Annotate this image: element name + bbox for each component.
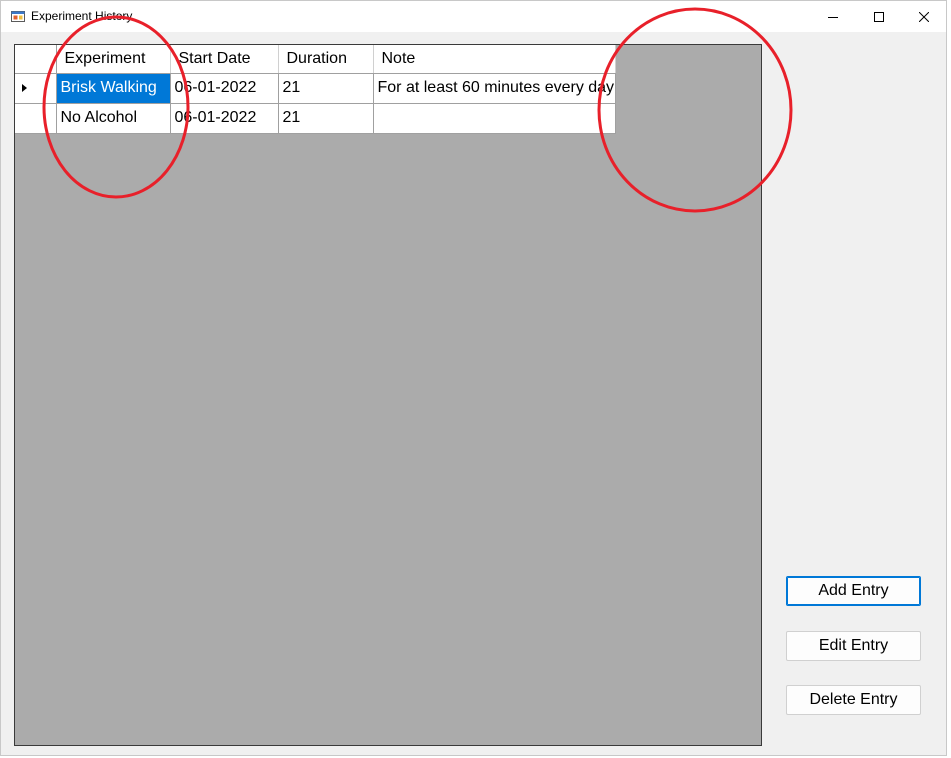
- close-icon: [919, 11, 929, 22]
- edit-entry-button[interactable]: Edit Entry: [786, 631, 921, 661]
- add-entry-button[interactable]: Add Entry: [786, 576, 921, 606]
- maximize-icon: [874, 11, 884, 22]
- app-form-icon: [11, 11, 25, 22]
- row-header[interactable]: [15, 73, 57, 104]
- cell-note[interactable]: For at least 60 minutes every day: [373, 73, 616, 104]
- experiment-history-window: Experiment History Experiment Start Date…: [0, 0, 947, 756]
- cell-start-date[interactable]: 06-01-2022: [170, 103, 279, 134]
- row-header[interactable]: [15, 103, 57, 134]
- column-header-start-date[interactable]: Start Date: [170, 45, 279, 74]
- header-row: Experiment Start Date Duration Note: [15, 45, 616, 74]
- minimize-icon: [828, 16, 838, 18]
- column-header-experiment[interactable]: Experiment: [56, 45, 171, 74]
- column-header-duration[interactable]: Duration: [278, 45, 374, 74]
- cell-experiment[interactable]: No Alcohol: [56, 103, 171, 134]
- title-bar[interactable]: Experiment History: [1, 1, 946, 32]
- minimize-button[interactable]: [810, 1, 856, 32]
- row-header-corner[interactable]: [15, 45, 57, 74]
- current-row-arrow-icon: [22, 84, 27, 92]
- experiment-table: Experiment Start Date Duration Note Bris…: [15, 45, 616, 134]
- table-row[interactable]: No Alcohol 06-01-2022 21: [15, 103, 616, 134]
- column-header-note[interactable]: Note: [373, 45, 616, 74]
- cell-duration[interactable]: 21: [278, 103, 374, 134]
- experiment-data-grid[interactable]: Experiment Start Date Duration Note Bris…: [14, 44, 762, 746]
- delete-entry-button[interactable]: Delete Entry: [786, 685, 921, 715]
- table-row[interactable]: Brisk Walking 06-01-2022 21 For at least…: [15, 73, 616, 104]
- cell-duration[interactable]: 21: [278, 73, 374, 104]
- cell-experiment[interactable]: Brisk Walking: [56, 73, 171, 104]
- cell-note[interactable]: [373, 103, 616, 134]
- maximize-button[interactable]: [856, 1, 902, 32]
- close-button[interactable]: [901, 1, 947, 32]
- cell-start-date[interactable]: 06-01-2022: [170, 73, 279, 104]
- window-title: Experiment History: [31, 9, 133, 23]
